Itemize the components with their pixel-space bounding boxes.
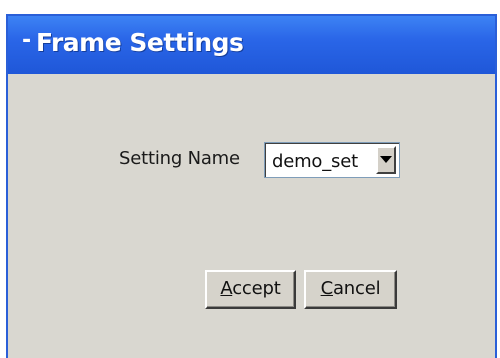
setting-name-select[interactable]: demo_set	[264, 142, 400, 178]
dropdown-arrow-icon[interactable]	[376, 146, 396, 174]
accept-mnemonic: A	[220, 278, 233, 299]
setting-name-value: demo_set	[272, 151, 358, 172]
cancel-label-rest: ancel	[332, 278, 381, 299]
frame-settings-dialog: - Frame Settings Setting Name demo_set A…	[6, 14, 497, 358]
setting-name-label: Setting Name	[119, 148, 240, 169]
accept-label-rest: ccept	[232, 278, 281, 299]
cancel-mnemonic: C	[320, 278, 334, 299]
cancel-button[interactable]: Cancel	[304, 270, 397, 309]
dialog-body: Setting Name demo_set Accept Cancel	[8, 74, 495, 358]
collapse-dash-icon[interactable]: -	[22, 30, 36, 52]
accept-button[interactable]: Accept	[205, 270, 296, 309]
dialog-title: Frame Settings	[36, 28, 244, 57]
title-bar[interactable]: - Frame Settings	[8, 16, 495, 74]
